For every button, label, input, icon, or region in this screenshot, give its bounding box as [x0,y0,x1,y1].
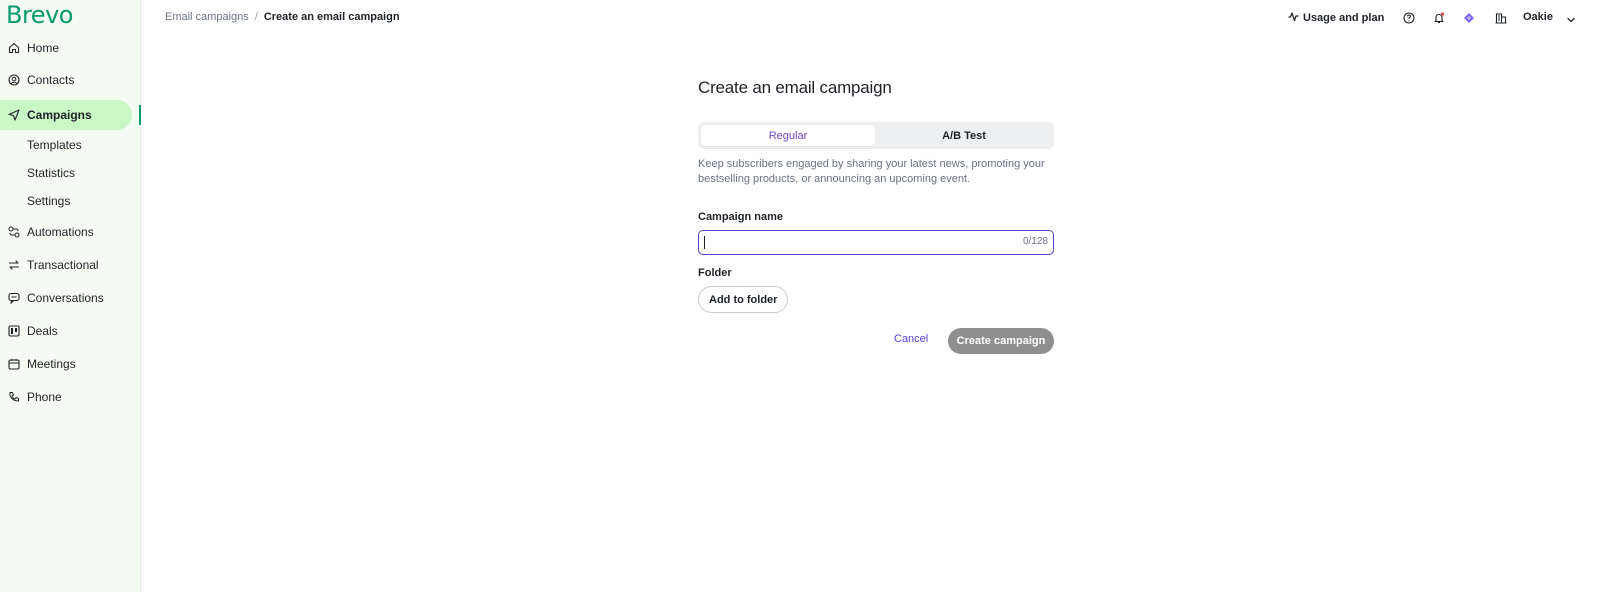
automation-icon [7,225,21,239]
sidebar-item-phone[interactable]: Phone [0,382,141,412]
active-indicator [139,105,141,125]
sidebar-item-home[interactable]: Home [0,33,141,63]
brevo-logo[interactable]: Brevo [6,1,73,29]
organization-icon[interactable] [1494,11,1507,24]
sidebar-subitem-statistics[interactable]: Statistics [27,166,75,180]
sidebar-item-label: Conversations [27,291,104,305]
usage-and-plan-button[interactable]: Usage and plan [1288,11,1384,25]
sidebar-item-conversations[interactable]: Conversations [0,283,141,313]
sidebar-item-label: Automations [27,225,94,239]
page-title: Create an email campaign [698,78,892,97]
contacts-icon [7,73,21,87]
transactional-icon [7,258,21,272]
usage-label: Usage and plan [1303,12,1385,24]
phone-icon [7,390,21,404]
breadcrumb: Email campaigns / Create an email campai… [165,11,400,23]
chevron-down-icon[interactable] [1566,12,1576,30]
app-root: Brevo Home Contacts Campaigns Templates … [0,0,1600,592]
campaign-type-tabs: Regular A/B Test [698,122,1054,149]
campaign-name-input[interactable]: 0/128 [698,230,1054,255]
character-counter: 0/128 [1022,236,1048,247]
breadcrumb-current: Create an email campaign [263,11,400,23]
sidebar-item-contacts[interactable]: Contacts [0,65,141,95]
chat-icon [7,291,21,305]
sidebar-item-label: Home [27,41,60,55]
sidebar-subitem-templates[interactable]: Templates [27,138,82,152]
user-menu-name[interactable]: Oakie [1523,11,1553,23]
home-icon [7,41,21,55]
sidebar-item-label: Transactional [27,258,99,272]
deals-icon [7,324,21,338]
sidebar: Brevo Home Contacts Campaigns Templates … [0,0,141,592]
folder-label: Folder [698,267,732,279]
sidebar-subitem-settings[interactable]: Settings [27,194,70,208]
send-icon [7,108,21,122]
help-icon[interactable] [1402,11,1415,24]
sidebar-item-transactional[interactable]: Transactional [0,250,141,280]
add-to-folder-button[interactable]: Add to folder [698,286,789,313]
notification-bell-icon[interactable] [1432,11,1445,24]
create-campaign-button[interactable]: Create campaign [948,328,1054,354]
sidebar-item-label: Deals [27,324,58,338]
campaign-description: Keep subscribers engaged by sharing your… [698,158,1045,185]
calendar-icon [7,357,21,371]
tab-ab-test[interactable]: A/B Test [877,125,1051,146]
tab-regular[interactable]: Regular [701,125,875,146]
sidebar-item-label: Meetings [27,357,76,371]
activity-icon [1288,11,1299,25]
breadcrumb-email-campaigns[interactable]: Email campaigns [165,11,249,23]
breadcrumb-separator: / [254,11,258,23]
cancel-button[interactable]: Cancel [894,333,928,345]
sidebar-item-label: Phone [27,390,62,404]
sidebar-item-deals[interactable]: Deals [0,316,141,346]
sidebar-item-label: Campaigns [27,108,92,122]
text-caret [704,236,705,249]
sidebar-item-meetings[interactable]: Meetings [0,349,141,379]
sidebar-item-label: Contacts [27,73,75,87]
campaign-name-label: Campaign name [698,211,783,223]
diamond-icon[interactable] [1462,11,1475,24]
sidebar-item-campaigns[interactable]: Campaigns [0,100,141,130]
create-campaign-form: Create an email campaign Regular A/B Tes… [698,78,1054,354]
sidebar-item-automations[interactable]: Automations [0,217,141,247]
